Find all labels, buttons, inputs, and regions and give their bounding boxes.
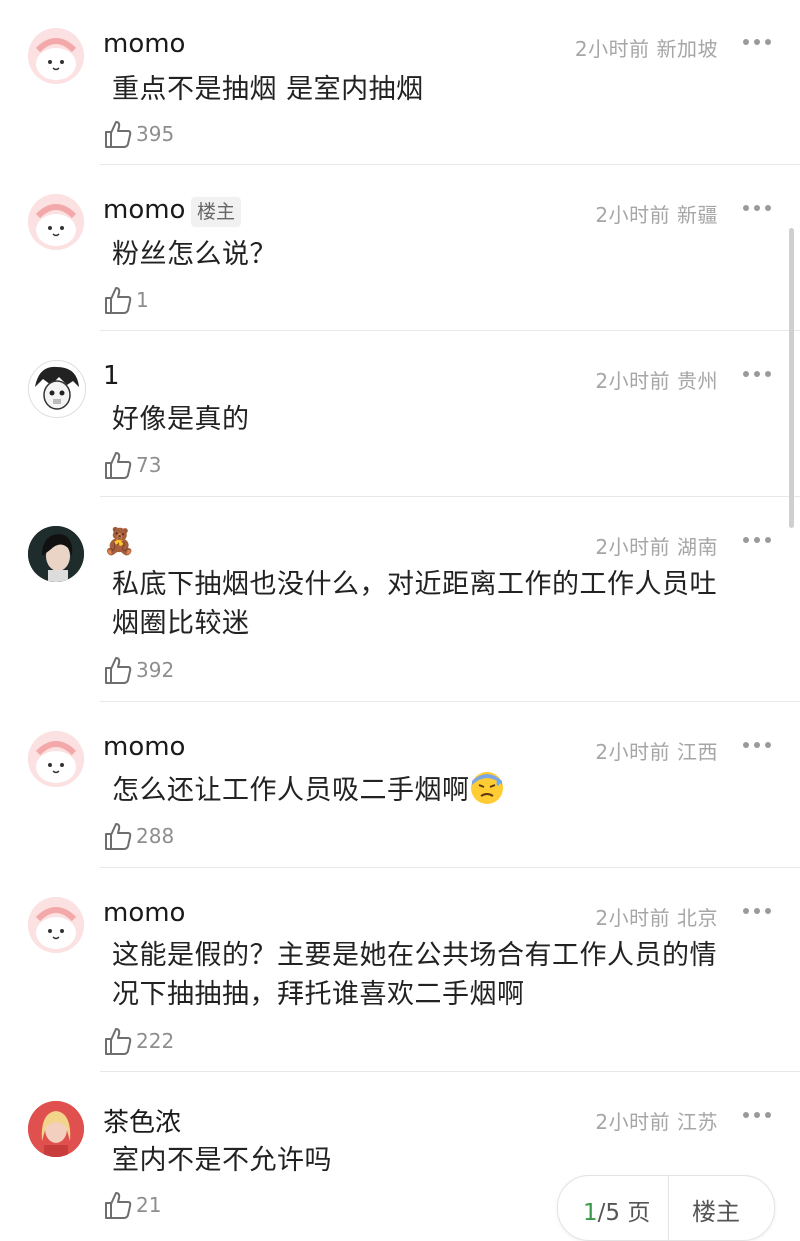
comment-header: 1 2小时前 贵州 <box>103 358 800 396</box>
comment-time: 2小时前 <box>595 906 671 930</box>
username[interactable]: momo <box>103 732 185 762</box>
comment-meta: 2小时前 湖南 <box>595 531 718 560</box>
more-dots-icon[interactable] <box>742 30 772 54</box>
pager-divider <box>668 1176 669 1240</box>
comment-meta: 2小时前 江西 <box>595 736 718 765</box>
comment-text: 好像是真的 <box>112 400 762 439</box>
comment-location: 贵州 <box>677 369 718 393</box>
page-indicator[interactable]: 1/5 页 <box>583 1193 650 1227</box>
comment-text: 重点不是抽烟 是室内抽烟 <box>112 70 762 109</box>
comment-header: momo 2小时前 北京 <box>103 895 800 933</box>
like-count: 392 <box>136 658 175 682</box>
comment-header: 🧸 2小时前 湖南 <box>103 524 800 562</box>
thumbs-up-icon <box>105 657 132 684</box>
avatar[interactable] <box>28 360 86 418</box>
comment-item: momo 2小时前 江西 怎么还让工作人员吸二手烟啊 288 <box>0 703 800 868</box>
avatar[interactable] <box>28 897 84 953</box>
comment-item: momo 楼主 2小时前 新疆 粉丝怎么说？ 1 <box>0 166 800 331</box>
more-dots-icon[interactable] <box>742 528 772 552</box>
avatar[interactable] <box>28 526 84 582</box>
comment-time: 2小时前 <box>595 1110 671 1134</box>
comment-item: momo 2小时前 新加坡 重点不是抽烟 是室内抽烟 395 <box>0 0 800 165</box>
comment-text: 私底下抽烟也没什么，对近距离工作的工作人员吐 烟圈比较迷 <box>112 565 762 643</box>
comment-line: 烟圈比较迷 <box>112 608 250 639</box>
comment-line: 怎么还让工作人员吸二手烟啊 <box>112 775 470 806</box>
comment-location: 江西 <box>677 740 718 764</box>
comment-item: momo 2小时前 北京 这能是假的？主要是她在公共场合有工作人员的情 况下抽抽… <box>0 869 800 1072</box>
thumbs-up-icon <box>105 1028 132 1055</box>
comment-time: 2小时前 <box>595 740 671 764</box>
divider <box>100 867 800 868</box>
comment-location: 江苏 <box>677 1110 718 1134</box>
comment-line: 这能是假的？主要是她在公共场合有工作人员的情 <box>112 940 717 971</box>
comment-line: 况下抽抽抽，拜托谁喜欢二手烟啊 <box>112 979 525 1010</box>
divider <box>100 701 800 702</box>
comment-header: momo 2小时前 新加坡 <box>103 26 800 64</box>
more-dots-icon[interactable] <box>742 733 772 757</box>
comment-location: 湖南 <box>677 535 718 559</box>
owner-badge: 楼主 <box>191 197 242 227</box>
scrollbar[interactable] <box>789 228 794 528</box>
like-count: 395 <box>136 122 175 146</box>
avatar[interactable] <box>28 1101 84 1157</box>
username[interactable]: momo <box>103 29 185 59</box>
page-switcher: 1/5 页 楼主 <box>557 1175 775 1241</box>
comment-meta: 2小时前 新加坡 <box>575 33 718 62</box>
comment-header: 茶色浓 2小时前 江苏 <box>103 1099 800 1139</box>
comment-time: 2小时前 <box>595 369 671 393</box>
more-dots-icon[interactable] <box>742 899 772 923</box>
username[interactable]: momo <box>103 898 185 928</box>
divider <box>100 164 800 165</box>
thumbs-up-icon <box>105 287 132 314</box>
avatar[interactable] <box>28 194 84 250</box>
avatar[interactable] <box>28 731 84 787</box>
comment-time: 2小时前 <box>595 203 671 227</box>
comment-meta: 2小时前 江苏 <box>595 1106 718 1135</box>
sweat-face-emoji <box>470 771 504 816</box>
like-count: 288 <box>136 824 175 848</box>
like-count: 222 <box>136 1029 175 1053</box>
thumbs-up-icon <box>105 121 132 148</box>
comment-text: 粉丝怎么说？ <box>112 235 762 274</box>
username[interactable]: 🧸 <box>103 527 135 557</box>
comment-line: 重点不是抽烟 是室内抽烟 <box>112 74 424 105</box>
comment-line: 私底下抽烟也没什么，对近距离工作的工作人员吐 <box>112 569 717 600</box>
comment-meta: 2小时前 北京 <box>595 902 718 931</box>
total-pages: /5 页 <box>597 1200 651 1226</box>
comment-location: 新疆 <box>677 203 718 227</box>
comment-header: momo 楼主 2小时前 新疆 <box>103 192 800 230</box>
more-dots-icon[interactable] <box>742 1103 772 1127</box>
username[interactable]: 茶色浓 <box>103 1102 181 1139</box>
comment-meta: 2小时前 贵州 <box>595 365 718 394</box>
comment-line: 好像是真的 <box>112 404 250 435</box>
thumbs-up-icon <box>105 452 132 479</box>
username[interactable]: 1 <box>103 361 120 391</box>
current-page: 1 <box>583 1200 598 1226</box>
more-dots-icon[interactable] <box>742 362 772 386</box>
like-count: 21 <box>136 1193 162 1217</box>
comment-meta: 2小时前 新疆 <box>595 199 718 228</box>
comment-text: 怎么还让工作人员吸二手烟啊 <box>112 771 762 816</box>
comment-item: 🧸 2小时前 湖南 私底下抽烟也没什么，对近距离工作的工作人员吐 烟圈比较迷 3… <box>0 498 800 702</box>
comment-location: 新加坡 <box>656 37 718 61</box>
comment-time: 2小时前 <box>574 37 650 61</box>
like-count: 1 <box>136 288 149 312</box>
comment-header: momo 2小时前 江西 <box>103 729 800 767</box>
comment-item: 1 2小时前 贵州 好像是真的 73 <box>0 332 800 497</box>
divider <box>100 496 800 497</box>
owner-only-button[interactable]: 楼主 <box>692 1192 740 1227</box>
username[interactable]: momo <box>103 195 185 225</box>
avatar[interactable] <box>28 28 84 84</box>
divider <box>100 1071 800 1072</box>
divider <box>100 330 800 331</box>
comment-line: 粉丝怎么说？ <box>112 239 277 270</box>
more-dots-icon[interactable] <box>742 196 772 220</box>
thumbs-up-icon <box>105 823 132 850</box>
comment-location: 北京 <box>677 906 718 930</box>
like-count: 73 <box>136 453 162 477</box>
comment-time: 2小时前 <box>595 535 671 559</box>
thumbs-up-icon <box>105 1192 132 1219</box>
comment-text: 这能是假的？主要是她在公共场合有工作人员的情 况下抽抽抽，拜托谁喜欢二手烟啊 <box>112 936 762 1014</box>
